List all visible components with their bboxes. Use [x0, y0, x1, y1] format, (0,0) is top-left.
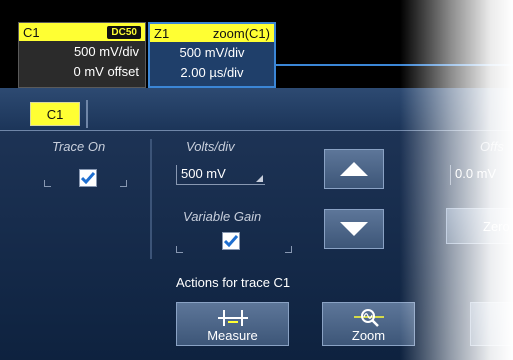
- increment-button[interactable]: [324, 149, 384, 189]
- volts-div-value: 500 mV: [181, 166, 226, 181]
- z1-vdiv: 500 mV/div: [179, 45, 245, 60]
- zero-offset-button[interactable]: Zero: [446, 208, 513, 244]
- zoom-label: Zoom: [351, 328, 386, 343]
- decrement-button[interactable]: [324, 209, 384, 249]
- c1-descriptor[interactable]: C1 DC50 500 mV/div 0 mV offset: [18, 22, 146, 88]
- c1-descriptor-header: C1 DC50: [19, 23, 145, 41]
- channel-setup-panel: C1 Trace On Volts/div 500 mV Variable Ga…: [0, 88, 513, 360]
- trace-on-checkbox[interactable]: [79, 169, 97, 187]
- checkbox-frame-right: [285, 246, 292, 253]
- z1-descriptor[interactable]: Z1 zoom(C1) 500 mV/div 2.00 µs/div: [148, 22, 276, 88]
- variable-gain-checkbox[interactable]: [222, 232, 240, 250]
- zoom-button[interactable]: Zoom: [322, 302, 415, 346]
- dropdown-corner-icon: [256, 175, 263, 182]
- triangle-up-icon: [340, 162, 368, 176]
- check-icon: [81, 172, 95, 184]
- measure-icon: [217, 310, 248, 326]
- measure-button[interactable]: Measure: [176, 302, 289, 346]
- actions-title: Actions for trace C1: [176, 275, 291, 290]
- c1-offset: 0 mV offset: [73, 64, 139, 79]
- offset-field[interactable]: 0.0 mV: [450, 165, 513, 185]
- offset-label: Offs: [480, 139, 504, 154]
- z1-source: zoom(C1): [212, 25, 270, 41]
- volts-div-label: Volts/div: [186, 139, 235, 154]
- tab-separator: [86, 100, 88, 128]
- c1-vdiv: 500 mV/div: [73, 44, 139, 59]
- next-action-button[interactable]: [470, 302, 513, 346]
- channel-descriptor-bar: C1 DC50 500 mV/div 0 mV offset Z1 zoom(C…: [0, 0, 513, 88]
- trace-on-label: Trace On: [52, 139, 106, 154]
- dialog-tab-bar: C1: [0, 88, 513, 131]
- section-divider: [150, 139, 152, 259]
- z1-tdiv: 2.00 µs/div: [180, 65, 244, 80]
- zero-button-label: Zero: [483, 218, 510, 234]
- checkbox-frame-left: [176, 246, 183, 253]
- zoom-icon: [353, 309, 384, 327]
- tab-c1[interactable]: C1: [30, 102, 80, 126]
- checkbox-frame-left: [44, 180, 51, 187]
- volts-div-field[interactable]: 500 mV: [176, 165, 265, 185]
- z1-name: Z1: [154, 25, 170, 41]
- dialog-body: Trace On Volts/div 500 mV Variable Gain: [0, 131, 513, 360]
- triangle-down-icon: [340, 222, 368, 236]
- checkbox-frame-right: [120, 180, 127, 187]
- check-icon: [224, 235, 238, 247]
- c1-name: C1: [23, 24, 40, 40]
- variable-gain-label: Variable Gain: [183, 209, 262, 224]
- zoom-trace-line: [276, 64, 513, 66]
- z1-descriptor-header: Z1 zoom(C1): [150, 24, 274, 42]
- coupling-badge: DC50: [107, 25, 141, 39]
- offset-value: 0.0 mV: [455, 166, 497, 181]
- measure-label: Measure: [207, 328, 258, 343]
